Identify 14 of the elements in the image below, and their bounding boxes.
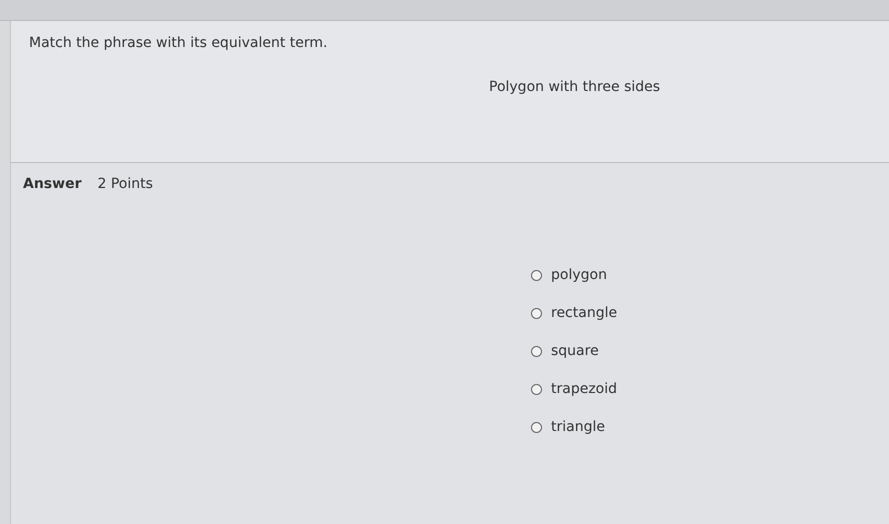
radio-button[interactable] [531, 346, 542, 356]
radio-button[interactable] [531, 308, 542, 318]
radio-button[interactable] [531, 422, 542, 432]
answer-label: Answer [23, 176, 82, 192]
answer-option[interactable]: rectangle [531, 305, 877, 321]
answer-option[interactable]: polygon [531, 267, 877, 283]
answer-option[interactable]: triangle [531, 419, 877, 435]
radio-button[interactable] [531, 384, 542, 394]
points-label: 2 Points [97, 176, 153, 192]
radio-button[interactable] [531, 270, 542, 280]
match-phrase: Polygon with three sides [489, 79, 662, 95]
question-prompt: Match the phrase with its equivalent term. [29, 35, 328, 51]
answer-option[interactable]: square [531, 343, 877, 359]
answer-option[interactable]: trapezoid [531, 381, 877, 397]
